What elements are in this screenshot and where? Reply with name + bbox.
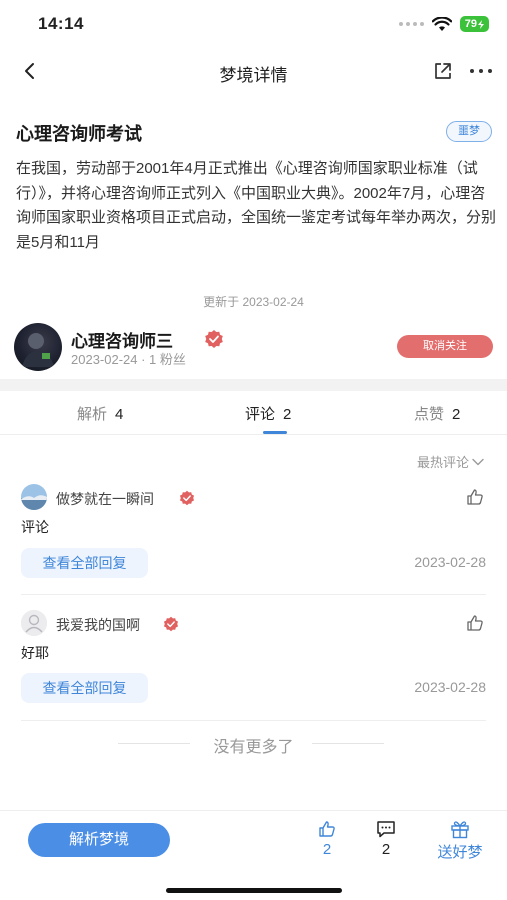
comment-action[interactable]: 2: [371, 819, 401, 858]
active-tab-indicator: [263, 431, 287, 434]
gift-action[interactable]: 送好梦: [428, 819, 492, 862]
verified-badge-icon: [179, 490, 195, 506]
nomore-right-line: [312, 743, 384, 744]
tab-analysis[interactable]: 解析 4: [77, 403, 123, 424]
share-icon[interactable]: [432, 60, 454, 82]
tab-bar: 解析 4 评论 2 点赞 2: [0, 391, 507, 435]
like-count: 2: [322, 841, 332, 858]
verified-badge-icon: [205, 330, 223, 348]
analyze-dream-button[interactable]: 解析梦境: [28, 823, 170, 857]
thumbs-up-icon[interactable]: [465, 613, 485, 633]
author-meta: 2023-02-24 · 1 粉丝: [71, 352, 186, 367]
status-time: 14:14: [38, 14, 84, 33]
update-time: 更新于 2023-02-24: [203, 295, 304, 309]
comment-text: 评论: [21, 519, 49, 535]
comment-username[interactable]: 做梦就在一瞬间: [56, 489, 154, 509]
tab-analysis-count: 4: [115, 406, 124, 423]
comment-icon: [377, 821, 395, 838]
dream-title: 心理咨询师考试: [16, 124, 142, 144]
status-icons: 79: [398, 16, 489, 32]
unfollow-button[interactable]: 取消关注: [397, 335, 493, 358]
comment-avatar[interactable]: [21, 610, 47, 636]
comment-avatar[interactable]: [21, 484, 47, 510]
view-replies-button[interactable]: 查看全部回复: [21, 673, 148, 703]
signal-icon: [398, 22, 424, 26]
no-more-text: 没有更多了: [213, 739, 294, 756]
comment-username[interactable]: 我爱我的国啊: [56, 615, 140, 635]
home-indicator: [166, 888, 342, 893]
verified-badge-icon: [163, 616, 179, 632]
comment-date: 2023-02-28: [414, 554, 486, 570]
bottom-action-bar: 解析梦境 2 2 送好梦: [0, 810, 507, 900]
page-title: 梦境详情: [219, 66, 288, 85]
sort-label: 最热评论: [416, 455, 469, 470]
battery-icon: 79: [459, 16, 489, 32]
more-icon[interactable]: [468, 60, 494, 82]
comment-count: 2: [381, 841, 391, 858]
chevron-down-icon: [472, 458, 484, 465]
sort-dropdown[interactable]: 最热评论: [417, 452, 485, 471]
thumbs-up-icon[interactable]: [465, 487, 485, 507]
status-bar: 14:14 79: [0, 0, 507, 48]
dream-type-badge: 噩梦: [446, 121, 492, 142]
battery-level: 79: [464, 18, 477, 30]
section-divider: [0, 379, 507, 391]
comment-date: 2023-02-28: [414, 679, 486, 695]
gift-icon: [451, 821, 469, 839]
tab-comments-label: 评论: [245, 406, 276, 423]
view-replies-button[interactable]: 查看全部回复: [21, 548, 148, 578]
tab-likes-label: 点赞: [414, 406, 445, 423]
nav-bar: 梦境详情: [0, 48, 507, 94]
dream-description: 在我国，劳动部于2001年4月正式推出《心理咨询师国家职业标准（试行）》，并将心…: [16, 160, 497, 251]
tab-comments[interactable]: 评论 2: [245, 403, 291, 424]
tab-comments-count: 2: [283, 406, 292, 423]
comment-separator: [21, 594, 486, 595]
tab-likes-count: 2: [452, 406, 461, 423]
wifi-icon: [431, 16, 452, 31]
tab-likes[interactable]: 点赞 2: [414, 403, 460, 424]
thumbs-up-icon: [319, 821, 335, 837]
tab-analysis-label: 解析: [77, 406, 108, 423]
like-action[interactable]: 2: [312, 819, 342, 858]
comment-text: 好耶: [21, 645, 49, 661]
author-avatar[interactable]: [14, 323, 62, 371]
gift-label: 送好梦: [437, 844, 483, 861]
comment-separator: [21, 720, 486, 721]
